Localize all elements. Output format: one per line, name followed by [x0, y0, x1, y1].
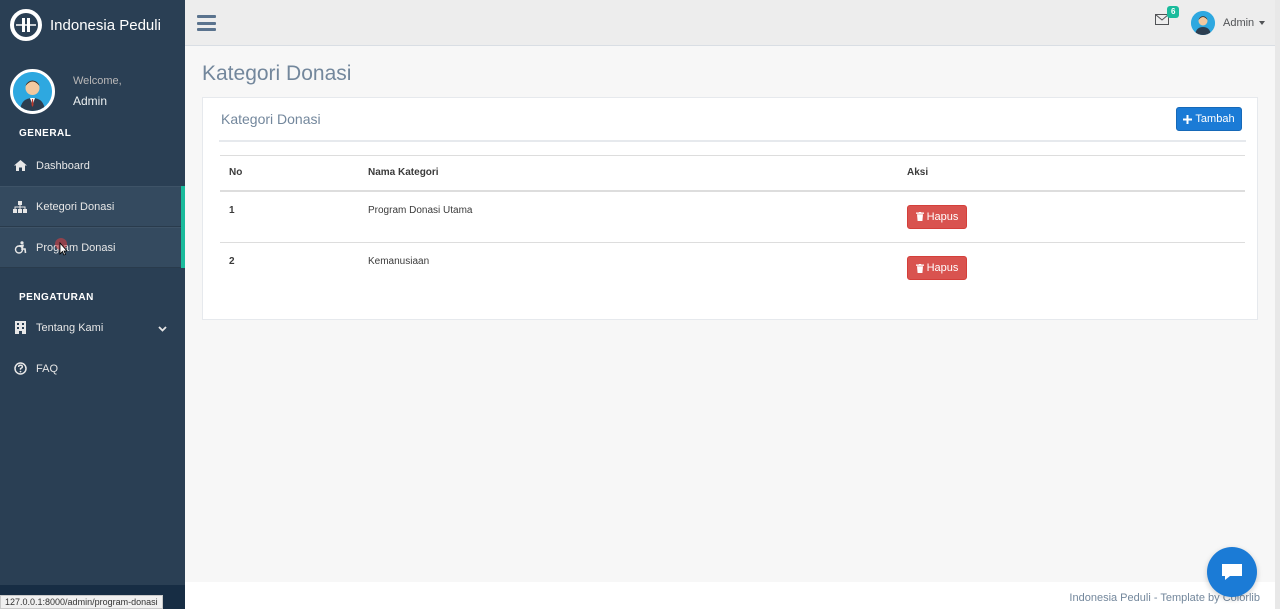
scrollbar[interactable] — [1275, 0, 1280, 609]
content-panel: Kategori Donasi Tambah No Nama Kategori … — [202, 97, 1258, 320]
mouse-cursor-icon — [55, 238, 68, 261]
sidebar-item-label: Program Donasi — [36, 241, 116, 254]
question-circle-icon — [12, 362, 28, 376]
profile: Welcome, Admin — [0, 50, 185, 120]
caret-down-icon — [1259, 21, 1266, 25]
topbar: 6 Admin — [185, 0, 1280, 46]
sidebar-item-program-donasi[interactable]: Program Donasi — [0, 227, 185, 268]
sidebar-item-label: Ketegori Donasi — [36, 200, 115, 213]
column-header-no: No — [220, 155, 359, 192]
delete-button-label: Hapus — [926, 262, 959, 274]
sidebar: Indonesia Peduli Welcome, Admin GENERAL … — [0, 0, 185, 609]
delete-button[interactable]: Hapus — [907, 204, 967, 229]
row-number: 1 — [220, 190, 359, 243]
menu-section-pengaturan: PENGATURAN — [19, 292, 94, 303]
page-title: Kategori Donasi — [202, 62, 352, 85]
user-name: Admin — [1223, 17, 1255, 29]
sidebar-item-faq[interactable]: FAQ — [0, 348, 185, 389]
table-header-row: No Nama Kategori Aksi — [220, 155, 1245, 192]
avatar — [10, 68, 55, 114]
panel-divider — [219, 140, 1246, 142]
accessibility-icon — [12, 241, 28, 255]
add-button[interactable]: Tambah — [1176, 107, 1242, 131]
menu-section-general: GENERAL — [19, 128, 72, 139]
panel-title: Kategori Donasi — [221, 111, 321, 127]
home-icon — [12, 159, 28, 173]
brand[interactable]: Indonesia Peduli — [0, 0, 185, 50]
sitemap-icon — [12, 200, 28, 214]
user-menu[interactable]: Admin — [1191, 11, 1266, 35]
profile-name: Admin — [73, 93, 108, 108]
table-row: 1 Program Donasi Utama Hapus — [220, 190, 1245, 243]
sidebar-item-label: Tentang Kami — [36, 321, 104, 334]
sidebar-item-kategori-donasi[interactable]: Ketegori Donasi — [0, 186, 185, 227]
sidebar-item-label: FAQ — [36, 362, 59, 375]
brand-logo-icon — [10, 9, 42, 41]
delete-button-label: Hapus — [926, 210, 959, 223]
row-number: 2 — [229, 256, 235, 267]
sidebar-item-tentang-kami[interactable]: Tentang Kami — [0, 307, 185, 348]
trash-icon — [915, 212, 924, 221]
chat-button[interactable] — [1207, 547, 1257, 597]
column-header-nama-kategori: Nama Kategori — [359, 155, 898, 192]
chevron-down-icon — [158, 323, 167, 335]
building-icon — [12, 321, 28, 335]
brand-title: Indonesia Peduli — [50, 16, 161, 34]
notification-badge: 6 — [1167, 6, 1180, 18]
user-avatar — [1191, 11, 1215, 35]
trash-icon — [915, 263, 924, 273]
delete-button[interactable]: Hapus — [907, 256, 967, 280]
menu-toggle-icon[interactable] — [197, 15, 216, 31]
profile-welcome: Welcome, — [73, 74, 122, 87]
column-header-aksi: Aksi — [898, 155, 1245, 192]
add-button-label: Tambah — [1195, 113, 1235, 125]
row-category-name: Program Donasi Utama — [359, 190, 898, 243]
table-row: 2 Kemanusiaan Hapus — [220, 243, 1245, 295]
sidebar-item-label: Dashboard — [36, 159, 90, 172]
chat-icon — [1222, 564, 1242, 580]
category-table: No Nama Kategori Aksi 1 Program Donasi U… — [220, 155, 1245, 295]
plus-icon — [1183, 114, 1193, 124]
status-bar-url: 127.0.0.1:8000/admin/program-donasi — [0, 595, 163, 609]
row-category-name: Kemanusiaan — [368, 256, 430, 267]
footer: Indonesia Peduli - Template by Colorlib — [185, 582, 1280, 609]
sidebar-item-dashboard[interactable]: Dashboard — [0, 145, 185, 186]
